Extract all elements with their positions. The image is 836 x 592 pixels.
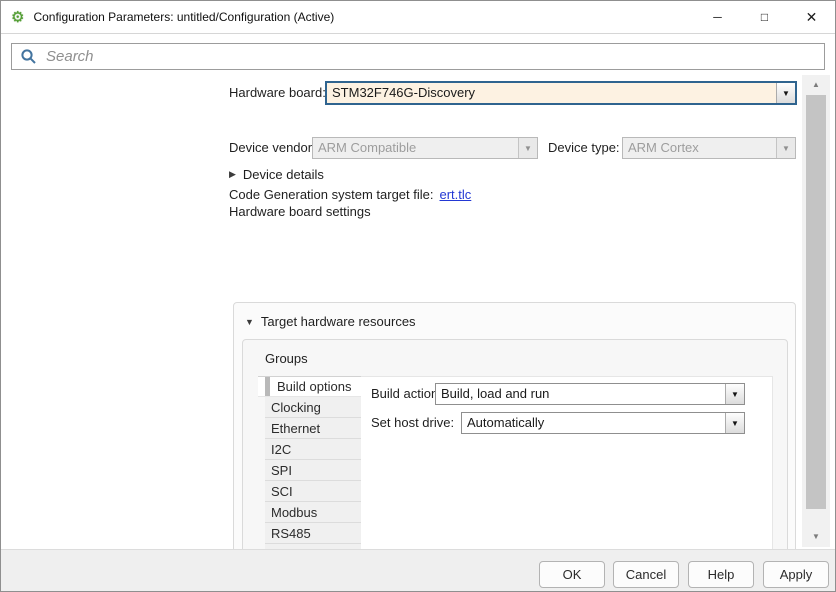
scroll-up-icon[interactable]: ▲ [802, 77, 830, 93]
close-button[interactable]: ✕ [788, 1, 835, 33]
dropdown-arrow-icon[interactable]: ▼ [776, 83, 795, 103]
target-hardware-resources-toggle[interactable]: ▼ Target hardware resources [245, 314, 416, 329]
footer-bar: OK Cancel Help Apply [1, 549, 835, 591]
group-tab-ethernet[interactable]: Ethernet [265, 418, 361, 439]
dropdown-arrow-icon[interactable]: ▼ [725, 384, 744, 404]
vertical-scrollbar[interactable]: ▲ ▼ [802, 75, 830, 547]
help-button[interactable]: Help [688, 561, 754, 588]
main-panel: Hardware board: STM32F746G-Discovery ▼ C… [1, 75, 801, 549]
ert-tlc-link[interactable]: ert.tlc [440, 187, 472, 202]
build-action-select[interactable]: Build, load and run ▼ [435, 383, 745, 405]
set-host-drive-label: Set host drive: [371, 412, 454, 434]
hardware-board-label: Hardware board: [229, 82, 326, 104]
dropdown-arrow-icon: ▼ [518, 138, 537, 158]
scrollbar-thumb[interactable] [806, 95, 826, 509]
group-tab-clocking[interactable]: Clocking [265, 397, 361, 418]
build-action-label: Build action: [371, 383, 442, 405]
search-icon [20, 48, 37, 65]
window-title: Configuration Parameters: untitled/Confi… [33, 10, 334, 24]
apply-button[interactable]: Apply [763, 561, 829, 588]
set-host-drive-select[interactable]: Automatically ▼ [461, 412, 745, 434]
gear-icon: ⚙ [11, 10, 24, 25]
device-type-select: ARM Cortex ▼ [622, 137, 796, 159]
groups-label: Groups [265, 351, 308, 366]
group-tab-sci[interactable]: SCI [265, 481, 361, 502]
search-input[interactable] [44, 44, 824, 69]
device-vendor-select: ARM Compatible ▼ [312, 137, 538, 159]
window-controls: ─ □ ✕ [694, 1, 835, 33]
search-box [11, 43, 825, 70]
ok-button[interactable]: OK [539, 561, 605, 588]
system-target-file-label: Code Generation system target file: [229, 187, 434, 202]
device-type-label: Device type: [548, 137, 620, 159]
chevron-down-icon[interactable]: ▼ [245, 317, 254, 327]
hardware-board-settings-title: Hardware board settings [229, 201, 371, 223]
device-details-toggle[interactable]: ▶ Device details [229, 167, 324, 182]
group-tab-modbus[interactable]: Modbus [265, 502, 361, 523]
group-tab-rs485[interactable]: RS485 [265, 523, 361, 544]
chevron-right-icon[interactable]: ▶ [229, 169, 236, 180]
group-tab-spi[interactable]: SPI [265, 460, 361, 481]
group-tab-build-options[interactable]: Build options [258, 376, 361, 397]
dropdown-arrow-icon[interactable]: ▼ [725, 413, 744, 433]
search-bar [1, 35, 835, 75]
configuration-parameters-window: ⚙ Configuration Parameters: untitled/Con… [0, 0, 836, 592]
maximize-button[interactable]: □ [741, 1, 788, 33]
device-vendor-label: Device vendor: [229, 137, 316, 159]
minimize-button[interactable]: ─ [694, 1, 741, 33]
group-tab-i2c[interactable]: I2C [265, 439, 361, 460]
dropdown-arrow-icon: ▼ [776, 138, 795, 158]
hardware-board-select[interactable]: STM32F746G-Discovery ▼ [326, 82, 796, 104]
title-bar: ⚙ Configuration Parameters: untitled/Con… [1, 1, 835, 34]
scroll-down-icon[interactable]: ▼ [802, 529, 830, 545]
cancel-button[interactable]: Cancel [613, 561, 679, 588]
